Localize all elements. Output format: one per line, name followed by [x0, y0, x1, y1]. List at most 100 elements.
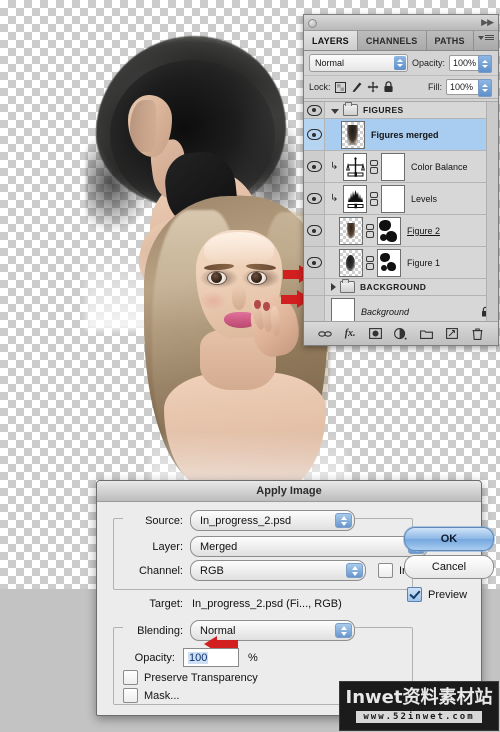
- layer-name: FIGURES: [363, 105, 404, 115]
- fill-value: 100%: [450, 82, 474, 92]
- hamburger-icon: [485, 35, 494, 40]
- layers-panel[interactable]: ▶▶ LAYERS CHANNELS PATHS Normal Opacity:…: [303, 14, 499, 346]
- layer-label: Layer:: [152, 540, 183, 553]
- layer-row-figure-2[interactable]: Figure 2: [304, 215, 498, 247]
- layer-row-figure-1[interactable]: Figure 1: [304, 247, 498, 279]
- blend-mode-select[interactable]: Normal: [309, 54, 408, 72]
- panel-tab-strip[interactable]: LAYERS CHANNELS PATHS: [304, 31, 498, 51]
- layer-name: Color Balance: [411, 161, 468, 172]
- levels-icon[interactable]: [343, 184, 367, 213]
- layer-row-color-balance[interactable]: ↳ Color Balance: [304, 151, 498, 183]
- link-mask-icon[interactable]: [366, 255, 374, 270]
- mask-row[interactable]: Mask...: [123, 688, 179, 703]
- add-layer-mask-icon[interactable]: [369, 327, 383, 341]
- dialog-title: Apply Image: [97, 481, 481, 502]
- invert-checkbox[interactable]: [378, 563, 393, 578]
- tab-paths[interactable]: PATHS: [427, 31, 474, 50]
- layer-row-background[interactable]: Background: [304, 296, 498, 321]
- layer-thumbnail[interactable]: [339, 216, 363, 245]
- eye-icon: [306, 193, 322, 204]
- lock-image-pixels-icon[interactable]: [351, 81, 363, 93]
- visibility-toggle-background[interactable]: [304, 296, 325, 321]
- opacity-stepper-icon[interactable]: [478, 55, 492, 73]
- panel-close-dot-icon[interactable]: [308, 19, 317, 28]
- layer-name: BACKGROUND: [360, 282, 427, 292]
- preview-checkbox[interactable]: [407, 587, 422, 602]
- new-adjustment-layer-icon[interactable]: [394, 327, 408, 341]
- visibility-toggle-background-group[interactable]: [304, 279, 325, 295]
- link-mask-icon[interactable]: [366, 223, 374, 238]
- model-2-iris-right: [251, 272, 262, 283]
- channel-select[interactable]: RGB: [190, 560, 366, 581]
- blend-mode-stepper-icon[interactable]: [393, 56, 406, 70]
- layer-row-levels[interactable]: ↳ Levels: [304, 183, 498, 215]
- layer-thumbnail[interactable]: [339, 248, 363, 277]
- fill-input[interactable]: 100%: [446, 79, 492, 97]
- panel-collapse-icon[interactable]: ▶▶: [481, 17, 494, 28]
- model-2-nail-2: [263, 302, 270, 311]
- channel-stepper-icon[interactable]: [346, 563, 363, 578]
- panel-titlebar[interactable]: ▶▶: [304, 15, 498, 31]
- blending-value: Normal: [200, 624, 236, 637]
- tab-layers[interactable]: LAYERS: [304, 31, 358, 50]
- new-layer-icon[interactable]: [445, 327, 459, 341]
- source-row[interactable]: Source: In_progress_2.psd: [123, 510, 355, 531]
- link-mask-icon[interactable]: [370, 159, 378, 174]
- layer-mask-thumbnail[interactable]: [381, 184, 405, 213]
- visibility-toggle-figure-2[interactable]: [304, 215, 325, 246]
- layer-mask-thumbnail[interactable]: [381, 152, 405, 181]
- visibility-toggle-figures-merged[interactable]: [304, 119, 325, 150]
- opacity-input[interactable]: 100: [183, 648, 239, 667]
- layer-row-background-group[interactable]: BACKGROUND: [304, 279, 498, 296]
- opacity-row[interactable]: Opacity: 100 %: [123, 648, 258, 667]
- layer-row-figures-merged[interactable]: Figures merged: [304, 119, 498, 151]
- channel-row[interactable]: Channel: RGB Invert: [123, 560, 427, 581]
- source-select[interactable]: In_progress_2.psd: [190, 510, 355, 531]
- layer-mask-thumbnail[interactable]: [377, 248, 401, 277]
- layer-thumbnail[interactable]: [341, 120, 365, 149]
- blending-stepper-icon[interactable]: [335, 623, 352, 638]
- delete-layer-icon[interactable]: [470, 327, 484, 341]
- visibility-toggle-figure-1[interactable]: [304, 247, 325, 278]
- mask-checkbox[interactable]: [123, 688, 138, 703]
- panel-menu-icon[interactable]: [478, 35, 494, 40]
- lock-transparent-pixels-icon[interactable]: [335, 81, 347, 93]
- visibility-toggle-figures[interactable]: [304, 102, 325, 118]
- layer-row[interactable]: Layer: Merged: [123, 536, 428, 557]
- opacity-label: Opacity:: [134, 651, 175, 664]
- layer-select[interactable]: Merged: [190, 536, 428, 557]
- source-stepper-icon[interactable]: [335, 513, 352, 528]
- lock-position-icon[interactable]: [367, 81, 379, 93]
- layer-list-scrollbar[interactable]: [486, 102, 498, 321]
- ok-button[interactable]: OK: [404, 527, 494, 551]
- folder-icon: [343, 102, 358, 116]
- blend-mode-row[interactable]: Normal Opacity: 100%: [304, 51, 498, 76]
- opacity-input[interactable]: 100%: [448, 55, 492, 73]
- chevron-down-icon[interactable]: [331, 108, 339, 114]
- color-balance-icon[interactable]: [343, 152, 367, 181]
- lock-row[interactable]: Lock: Fill: 100%: [304, 76, 498, 99]
- eye-icon: [306, 225, 322, 236]
- layer-list[interactable]: FIGURES Figures merged ↳ Color Balance ↳…: [304, 101, 498, 321]
- new-group-icon[interactable]: [419, 327, 433, 341]
- visibility-toggle-color-balance[interactable]: [304, 151, 325, 182]
- blending-row[interactable]: Blending: Normal: [123, 620, 355, 641]
- tab-channels[interactable]: CHANNELS: [358, 31, 427, 50]
- preview-row[interactable]: Preview: [407, 587, 467, 602]
- layer-style-fx-icon[interactable]: fx.: [343, 327, 357, 341]
- preserve-transparency-checkbox[interactable]: [123, 670, 138, 685]
- cancel-button[interactable]: Cancel: [404, 555, 494, 579]
- chevron-right-icon[interactable]: [331, 283, 336, 291]
- link-mask-icon[interactable]: [370, 191, 378, 206]
- lock-all-icon[interactable]: [383, 81, 395, 93]
- layers-panel-footer[interactable]: fx.: [304, 321, 498, 345]
- layer-thumbnail[interactable]: [331, 297, 355, 321]
- eye-icon: [306, 257, 322, 268]
- link-layers-icon[interactable]: [317, 327, 332, 341]
- visibility-toggle-levels[interactable]: [304, 183, 325, 214]
- layer-row-figures-group[interactable]: FIGURES: [304, 102, 498, 119]
- layer-mask-thumbnail[interactable]: [377, 216, 401, 245]
- lock-label: Lock:: [309, 82, 331, 92]
- fill-stepper-icon[interactable]: [478, 79, 492, 97]
- preserve-transparency-row[interactable]: Preserve Transparency: [123, 670, 258, 685]
